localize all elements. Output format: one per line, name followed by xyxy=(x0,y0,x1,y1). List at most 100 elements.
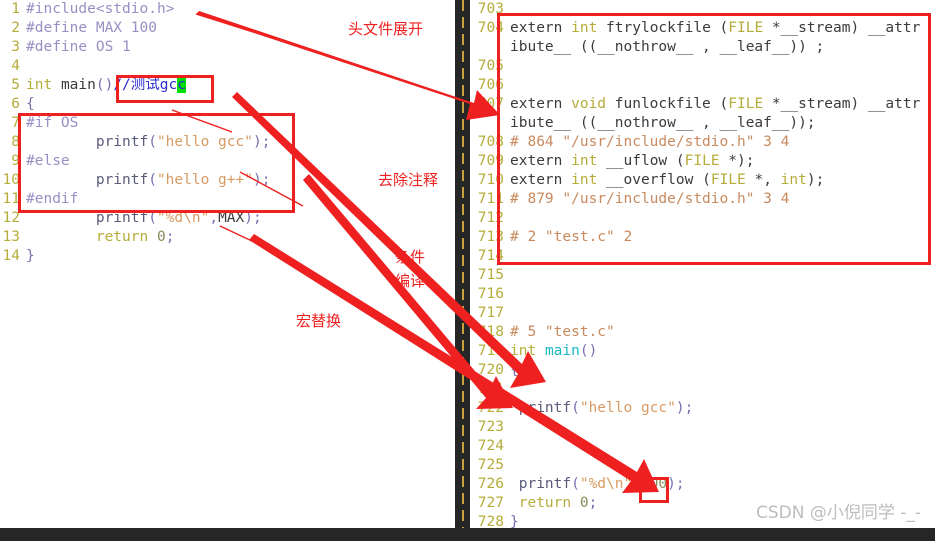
code-line[interactable]: 4 xyxy=(0,57,455,76)
code-line[interactable]: 707 extern void funlockfile (FILE *__stre… xyxy=(470,95,935,114)
code-line[interactable]: 710 extern int __overflow (FILE *, int); xyxy=(470,171,935,190)
code-token: printf xyxy=(510,400,572,416)
line-number: 719 xyxy=(477,343,504,359)
code-line[interactable]: 708 # 864 "/usr/include/stdio.h" 3 4 xyxy=(470,133,935,152)
code-line[interactable]: 12 printf("%d\n",MAX); xyxy=(0,209,455,228)
code-line[interactable]: 7 #if OS xyxy=(0,114,455,133)
code-line[interactable]: 1 #include<stdio.h> xyxy=(0,0,455,19)
code-line[interactable]: 8 printf("hello gcc"); xyxy=(0,133,455,152)
code-token: ( xyxy=(148,172,157,188)
code-line[interactable]: 718 # 5 "test.c" xyxy=(470,323,935,342)
line-number: 713 xyxy=(477,229,504,245)
line-text: #if OS xyxy=(26,114,455,133)
code-line[interactable]: 11 #endif xyxy=(0,190,455,209)
code-line[interactable]: 10 printf("hello g++"); xyxy=(0,171,455,190)
code-line[interactable]: 704 extern int ftrylockfile (FILE *__stre… xyxy=(470,19,935,38)
code-token: } xyxy=(510,514,519,528)
code-token: #define OS 1 xyxy=(26,39,131,55)
line-text: printf("hello gcc"); xyxy=(26,133,455,152)
code-line[interactable]: 713 # 2 "test.c" 2 xyxy=(470,228,935,247)
code-token: extern xyxy=(510,96,572,112)
line-number: 717 xyxy=(477,305,504,321)
code-line[interactable]: 721 xyxy=(470,380,935,399)
code-token: ( xyxy=(571,476,580,492)
line-text: ibute__ ((__nothrow__ , __leaf__)); xyxy=(510,114,935,133)
code-token: ibute__ ((__nothrow__ , __leaf__)); xyxy=(510,115,816,131)
code-token: ( xyxy=(571,400,580,416)
line-number: 705 xyxy=(477,58,504,74)
code-line[interactable]: 13 return 0; xyxy=(0,228,455,247)
line-text: int main()//测试gcc xyxy=(26,76,455,95)
line-number: 710 xyxy=(477,172,504,188)
code-line[interactable]: 2 #define MAX 100 xyxy=(0,19,455,38)
line-number: 6 xyxy=(11,96,20,112)
code-token: ; xyxy=(165,229,175,245)
line-text: printf("%d\n",100); xyxy=(510,475,935,494)
line-number: 708 xyxy=(477,134,504,150)
code-token: printf xyxy=(510,476,572,492)
code-line[interactable]: ibute__ ((__nothrow__ , __leaf__)); xyxy=(470,114,935,133)
code-token: "hello gcc" xyxy=(579,400,676,416)
line-text: { xyxy=(510,361,935,380)
code-line[interactable]: 724 xyxy=(470,437,935,456)
code-line[interactable]: 714 xyxy=(470,247,935,266)
code-line[interactable]: 722 printf("hello gcc"); xyxy=(470,399,935,418)
line-number: 703 xyxy=(477,1,504,17)
source-code-lines: 1 #include<stdio.h> 2 #define MAX 100 3 #defi… xyxy=(0,0,455,266)
line-number: 714 xyxy=(477,248,504,264)
code-token: ); xyxy=(806,172,825,188)
line-number: 1 xyxy=(11,1,20,17)
code-token: int xyxy=(510,343,537,359)
code-line[interactable]: 727 return 0; xyxy=(470,494,935,513)
code-line[interactable]: 711 # 879 "/usr/include/stdio.h" 3 4 xyxy=(470,190,935,209)
line-text: # 5 "test.c" xyxy=(510,323,935,342)
code-line[interactable]: 705 xyxy=(470,57,935,76)
line-number: 715 xyxy=(477,267,504,283)
code-token: printf xyxy=(26,172,149,188)
code-line[interactable]: 712 xyxy=(470,209,935,228)
source-code-panel[interactable]: 1 #include<stdio.h> 2 #define MAX 100 3 #defi… xyxy=(0,0,455,528)
code-line[interactable]: 3 #define OS 1 xyxy=(0,38,455,57)
code-line[interactable]: 6{ xyxy=(0,95,455,114)
panel-divider xyxy=(455,0,470,528)
code-line[interactable]: 716 xyxy=(470,285,935,304)
line-number: 726 xyxy=(477,476,504,492)
preprocessed-output-panel[interactable]: 703 704 extern int ftrylockfile (FILE *__s… xyxy=(470,0,935,528)
line-number: 709 xyxy=(477,153,504,169)
line-number: 724 xyxy=(477,438,504,454)
code-line[interactable]: 703 xyxy=(470,0,935,19)
code-line[interactable]: 709 extern int __uflow (FILE *); xyxy=(470,152,935,171)
code-token: #define MAX 100 xyxy=(26,20,157,36)
code-token: FILE xyxy=(684,153,720,169)
code-token: # 879 "/usr/include/stdio.h" 3 4 xyxy=(510,191,790,207)
code-line[interactable]: 720 { xyxy=(470,361,935,380)
line-number: 8 xyxy=(11,134,20,150)
code-line[interactable]: 706 xyxy=(470,76,935,95)
line-number: 725 xyxy=(477,457,504,473)
code-token: "%d\n" xyxy=(156,210,210,226)
code-token: FILE xyxy=(728,96,764,112)
code-token: *); xyxy=(719,153,755,169)
code-line[interactable]: 719 int main() xyxy=(470,342,935,361)
code-token: main xyxy=(544,343,580,359)
code-token: *__stream) __attr xyxy=(763,20,921,36)
code-line[interactable]: 728} xyxy=(470,513,935,528)
code-line[interactable]: ibute__ ((__nothrow__ , __leaf__)) ; xyxy=(470,38,935,57)
code-token: #if OS xyxy=(26,115,79,131)
code-token: 0 xyxy=(579,495,589,511)
code-token: ); xyxy=(667,476,685,492)
code-line[interactable]: 723 xyxy=(470,418,935,437)
screenshot-root: 1 #include<stdio.h> 2 #define MAX 100 3 #defi… xyxy=(0,0,935,541)
code-token: ); xyxy=(244,210,262,226)
code-line[interactable]: 726 printf("%d\n",100); xyxy=(470,475,935,494)
code-line[interactable]: 5 int main()//测试gcc xyxy=(0,76,455,95)
code-line[interactable]: 717 xyxy=(470,304,935,323)
line-number: 11 xyxy=(2,191,20,207)
line-number: 9 xyxy=(11,153,20,169)
line-text: #include<stdio.h> xyxy=(26,0,455,19)
code-line[interactable]: 9 #else xyxy=(0,152,455,171)
code-line[interactable]: 715 xyxy=(470,266,935,285)
code-line[interactable]: 725 xyxy=(470,456,935,475)
code-line[interactable]: 14} xyxy=(0,247,455,266)
